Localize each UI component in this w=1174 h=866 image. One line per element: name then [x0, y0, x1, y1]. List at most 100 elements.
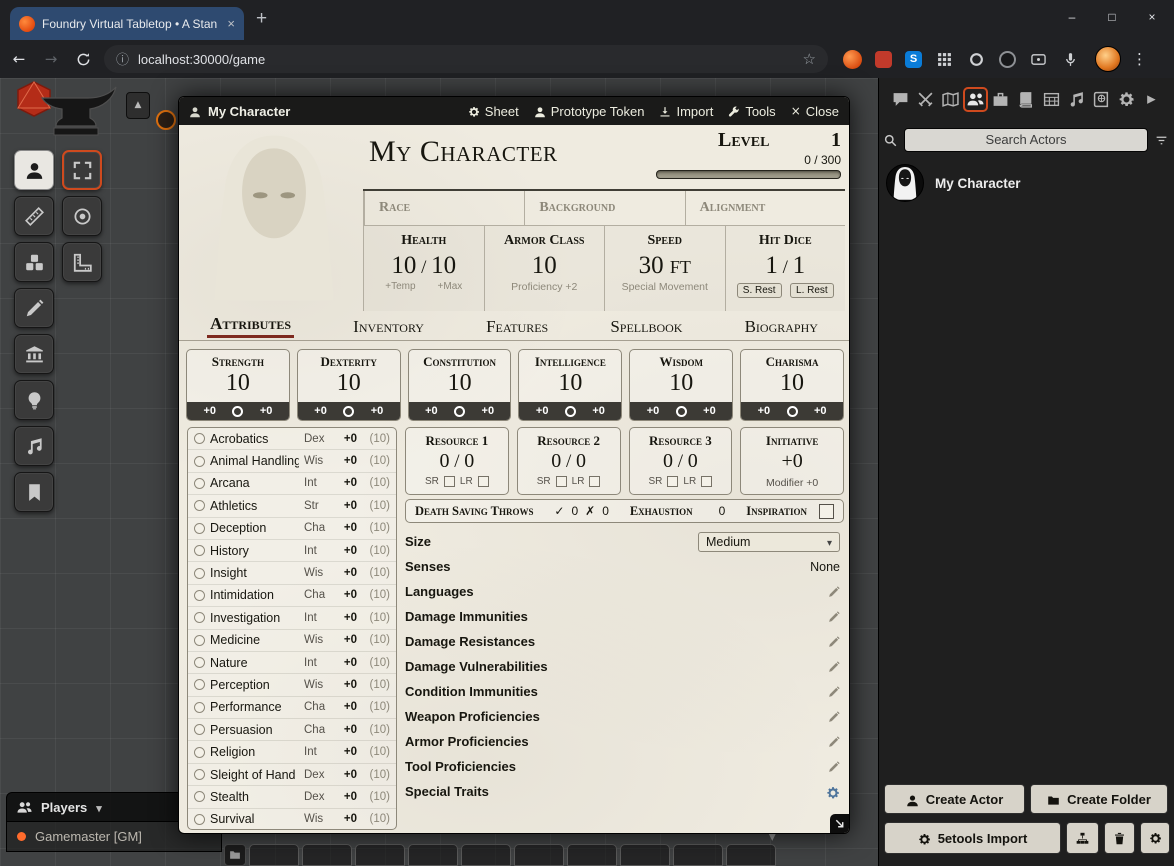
skill-row[interactable]: Investigation Int +0 (10): [188, 607, 396, 629]
skill-name[interactable]: Athletics: [210, 499, 299, 513]
death-fail-icon[interactable]: ✗: [585, 504, 595, 518]
hp-value[interactable]: 10: [391, 252, 416, 279]
resource-label[interactable]: Resource 1: [406, 433, 508, 449]
tool-notes-layer[interactable]: [14, 472, 54, 512]
ability-block[interactable]: Charisma 10 +0 +0: [740, 349, 844, 421]
resource-value[interactable]: 0: [439, 450, 449, 472]
race-field[interactable]: Race: [364, 191, 524, 225]
ability-block[interactable]: Intelligence 10 +0 +0: [518, 349, 622, 421]
ability-score[interactable]: 10: [187, 371, 289, 395]
skill-name[interactable]: Investigation: [210, 611, 299, 625]
edit-icon[interactable]: [828, 585, 840, 599]
short-rest-button[interactable]: S. Rest: [737, 283, 782, 298]
extension-apps[interactable]: [935, 50, 954, 69]
ac-value[interactable]: 10: [485, 252, 605, 280]
skill-name[interactable]: Arcana: [210, 476, 299, 490]
resource-1[interactable]: Resource 1 00 SR LR: [405, 427, 509, 495]
skill-name[interactable]: Medicine: [210, 633, 299, 647]
ability-name[interactable]: Wisdom: [630, 354, 732, 370]
sidebar-tab-playlists[interactable]: [1064, 87, 1089, 112]
tab-inventory[interactable]: Inventory: [350, 317, 427, 338]
skill-name[interactable]: Animal Handling: [210, 454, 299, 468]
sr-checkbox[interactable]: [556, 476, 567, 487]
sidebar-tab-journal[interactable]: [1013, 87, 1038, 112]
skill-row[interactable]: Survival Wis +0 (10): [188, 809, 396, 830]
sr-checkbox[interactable]: [444, 476, 455, 487]
ability-save[interactable]: +0: [576, 405, 621, 417]
skill-proficiency-radio[interactable]: [194, 814, 205, 825]
player-name[interactable]: Gamemaster [GM]: [35, 829, 142, 844]
resource-max[interactable]: 0: [576, 450, 586, 472]
sidebar-tab-items[interactable]: [988, 87, 1013, 112]
tools-button[interactable]: Tools: [728, 104, 775, 119]
window-titlebar[interactable]: My Character Sheet Prototype Token: [179, 97, 849, 125]
ability-modifier[interactable]: +0: [741, 405, 786, 417]
tool-target[interactable]: [62, 196, 102, 236]
skill-proficiency-radio[interactable]: [194, 433, 205, 444]
skill-proficiency-radio[interactable]: [194, 679, 205, 690]
ability-save[interactable]: +0: [687, 405, 732, 417]
skill-name[interactable]: Persuasion: [210, 723, 299, 737]
tool-sounds-layer[interactable]: [14, 426, 54, 466]
ability-block[interactable]: Dexterity 10 +0 +0: [297, 349, 401, 421]
skill-name[interactable]: Deception: [210, 521, 299, 535]
close-window-button[interactable]: ×: [1132, 0, 1172, 34]
ability-score[interactable]: 10: [741, 371, 843, 395]
new-tab-button[interactable]: +: [256, 8, 267, 30]
skill-name[interactable]: Acrobatics: [210, 432, 299, 446]
skill-row[interactable]: Insight Wis +0 (10): [188, 562, 396, 584]
ability-save[interactable]: +0: [354, 405, 399, 417]
lr-checkbox[interactable]: [478, 476, 489, 487]
extension-skype[interactable]: S: [905, 51, 922, 68]
edit-icon[interactable]: [828, 760, 840, 774]
speed-value[interactable]: 30 ft: [605, 252, 725, 280]
ability-modifier[interactable]: +0: [298, 405, 343, 417]
skill-name[interactable]: Sleight of Hand: [210, 768, 299, 782]
search-actors-input[interactable]: [904, 128, 1148, 152]
inspiration-checkbox[interactable]: [819, 504, 834, 519]
folder-tree-button[interactable]: [1066, 822, 1099, 854]
skill-name[interactable]: Stealth: [210, 790, 299, 804]
site-info-icon[interactable]: ⓘ: [116, 52, 129, 67]
ability-score[interactable]: 10: [409, 371, 511, 395]
extension-ring[interactable]: [967, 50, 986, 69]
tool-walls-layer[interactable]: [14, 334, 54, 374]
edit-icon[interactable]: [828, 660, 840, 674]
skill-proficiency-radio[interactable]: [194, 724, 205, 735]
level-value[interactable]: 1: [831, 129, 841, 152]
hotbar-slot[interactable]: [302, 844, 352, 866]
skill-row[interactable]: Performance Cha +0 (10): [188, 697, 396, 719]
ability-modifier[interactable]: +0: [187, 405, 232, 417]
tool-measure-layer[interactable]: [14, 196, 54, 236]
skill-row[interactable]: Religion Int +0 (10): [188, 741, 396, 763]
skill-name[interactable]: Nature: [210, 656, 299, 670]
import-button[interactable]: Import: [659, 104, 713, 119]
sidebar-tab-combat[interactable]: [913, 87, 938, 112]
ability-score[interactable]: 10: [298, 371, 400, 395]
bookmark-star-icon[interactable]: ☆: [803, 51, 816, 68]
ability-block[interactable]: Strength 10 +0 +0: [186, 349, 290, 421]
ability-block[interactable]: Constitution 10 +0 +0: [408, 349, 512, 421]
tool-ruler[interactable]: [62, 242, 102, 282]
sidebar-tab-tables[interactable]: [1039, 87, 1064, 112]
speed-stat[interactable]: Speed 30 ft Special Movement: [604, 226, 725, 311]
hit-dice-value[interactable]: 1: [765, 252, 778, 279]
create-folder-button[interactable]: Create Folder: [1030, 784, 1168, 814]
fivetools-import-button[interactable]: 5etools Import: [884, 822, 1061, 854]
armor-class-stat[interactable]: Armor Class 10 Proficiency +2: [484, 226, 605, 311]
ability-modifier[interactable]: +0: [519, 405, 564, 417]
skill-name[interactable]: Performance: [210, 700, 299, 714]
skill-row[interactable]: Acrobatics Dex +0 (10): [188, 428, 396, 450]
size-select[interactable]: Medium: [698, 532, 840, 552]
sort-filter-icon[interactable]: [1155, 132, 1168, 147]
resource-label[interactable]: Resource 3: [630, 433, 732, 449]
macro-folder-icon[interactable]: [224, 844, 246, 866]
tool-drawings-layer[interactable]: [14, 288, 54, 328]
hotbar-slot[interactable]: [673, 844, 723, 866]
tab-features[interactable]: Features: [483, 317, 551, 338]
ability-name[interactable]: Intelligence: [519, 354, 621, 370]
skill-name[interactable]: Intimidation: [210, 588, 299, 602]
hotbar-slot[interactable]: [620, 844, 670, 866]
death-fail-value[interactable]: 0: [602, 504, 609, 518]
skill-row[interactable]: Arcana Int +0 (10): [188, 473, 396, 495]
